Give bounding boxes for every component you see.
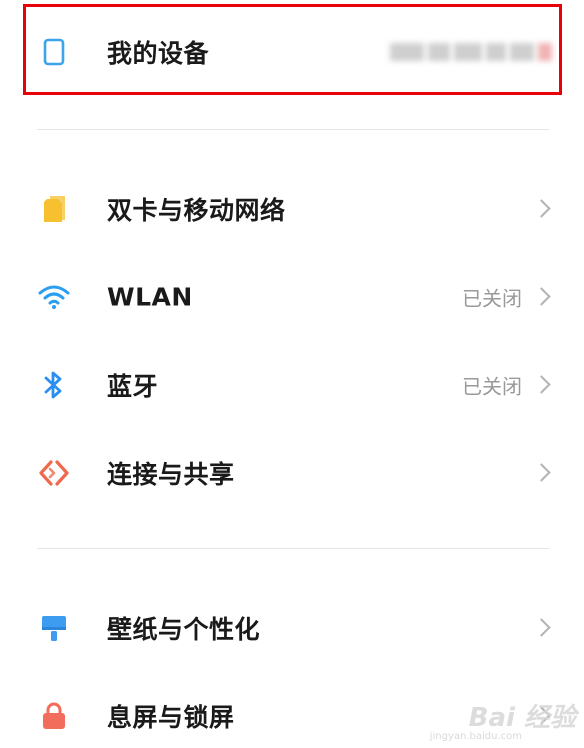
bluetooth-icon (36, 367, 72, 403)
baidu-jingyan-watermark-url: jingyan.baidu.com (429, 731, 522, 742)
wlan-row[interactable]: WLAN 已关闭 (0, 253, 584, 341)
wallpaper-brush-icon (36, 610, 72, 646)
sim-card-icon (36, 191, 72, 227)
sim-mobile-network-row[interactable]: 双卡与移动网络 (0, 165, 584, 253)
baidu-jingyan-watermark: Bai 经验 (468, 703, 576, 733)
connection-share-icon (36, 455, 72, 491)
connection-sharing-label: 连接与共享 (107, 460, 235, 489)
chevron-right-icon (532, 375, 551, 394)
settings-page: 我的设备 双卡与移动网络 WLAN 已关闭 蓝牙 已关闭 连接与共享 壁纸与个性… (0, 0, 584, 748)
my-device-highlight-box (23, 4, 562, 95)
bluetooth-label: 蓝牙 (107, 372, 159, 401)
bluetooth-status: 已关闭 (462, 374, 522, 399)
section-divider (37, 129, 549, 130)
chevron-right-icon (532, 618, 551, 637)
lock-icon (36, 698, 72, 734)
wlan-status: 已关闭 (462, 286, 522, 311)
wallpaper-personalization-label: 壁纸与个性化 (107, 615, 261, 644)
wallpaper-personalization-row[interactable]: 壁纸与个性化 (0, 584, 584, 672)
section-divider (37, 548, 549, 549)
chevron-right-icon (532, 463, 551, 482)
wlan-label: WLAN (107, 282, 193, 312)
chevron-right-icon (532, 287, 551, 306)
chevron-right-icon (532, 199, 551, 218)
sim-mobile-network-label: 双卡与移动网络 (107, 196, 286, 225)
screen-lock-label: 息屏与锁屏 (107, 703, 235, 732)
bluetooth-row[interactable]: 蓝牙 已关闭 (0, 341, 584, 429)
wifi-icon (36, 279, 72, 315)
connection-sharing-row[interactable]: 连接与共享 (0, 429, 584, 517)
